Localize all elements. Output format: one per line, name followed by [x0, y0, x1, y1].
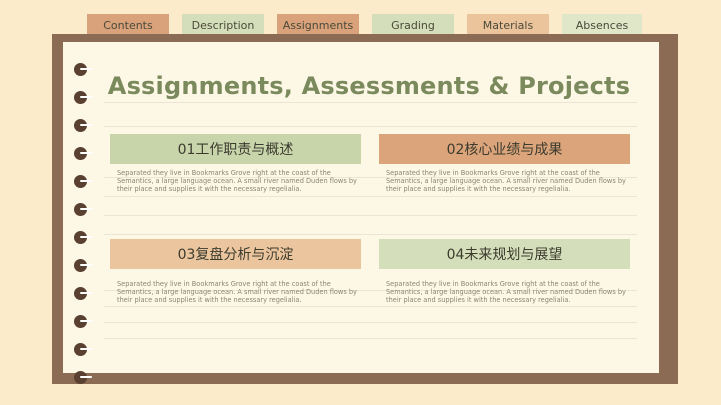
- binder-ring: [74, 175, 92, 188]
- ruled-line: [104, 234, 637, 235]
- binder-ring: [74, 371, 92, 384]
- binder-ring: [74, 203, 92, 216]
- binder-ring: [74, 343, 92, 356]
- tab-description[interactable]: Description: [182, 14, 264, 34]
- binder-ring: [74, 231, 92, 244]
- ruled-line: [104, 126, 637, 127]
- ruled-line: [104, 322, 637, 323]
- page-title: Assignments, Assessments & Projects: [107, 72, 631, 100]
- card-heading-1: 01工作职责与概述: [110, 134, 361, 164]
- card-heading-2: 02核心业绩与成果: [379, 134, 630, 164]
- tab-contents[interactable]: Contents: [87, 14, 169, 34]
- card-text-2: Separated they live in Bookmarks Grove r…: [386, 169, 626, 193]
- tab-assignments[interactable]: Assignments: [277, 14, 359, 34]
- section-tabs: Contents Description Assignments Grading…: [0, 14, 721, 34]
- card-text-3: Separated they live in Bookmarks Grove r…: [117, 280, 357, 304]
- binder-ring: [74, 119, 92, 132]
- tab-absences[interactable]: Absences: [562, 14, 642, 34]
- card-heading-4: 04未来规划与展望: [379, 239, 630, 269]
- card-text-4: Separated they live in Bookmarks Grove r…: [386, 280, 626, 304]
- ruled-line: [104, 215, 637, 216]
- ruled-line: [104, 102, 637, 103]
- binder-ring: [74, 259, 92, 272]
- ruled-line: [104, 196, 637, 197]
- ruled-line: [104, 306, 637, 307]
- binder-ring: [74, 315, 92, 328]
- tab-materials[interactable]: Materials: [467, 14, 549, 34]
- binder-ring: [74, 147, 92, 160]
- binder-ring: [74, 287, 92, 300]
- card-text-1: Separated they live in Bookmarks Grove r…: [117, 169, 357, 193]
- tab-grading[interactable]: Grading: [372, 14, 454, 34]
- card-heading-3: 03复盘分析与沉淀: [110, 239, 361, 269]
- ruled-line: [104, 338, 637, 339]
